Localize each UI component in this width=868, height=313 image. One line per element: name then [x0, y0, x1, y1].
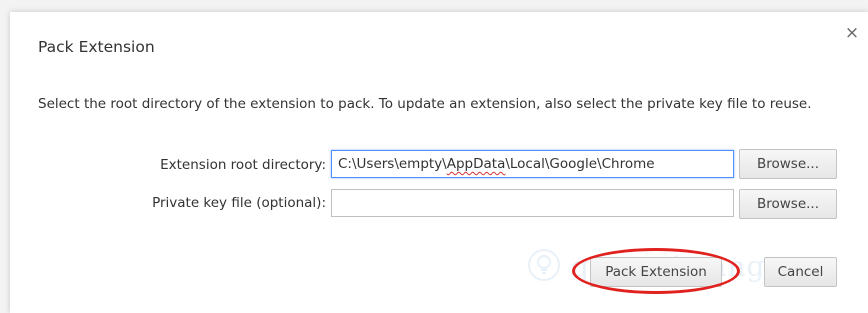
browse-root-button[interactable]: Browse...: [739, 149, 837, 179]
extension-root-label: Extension root directory:: [160, 157, 326, 173]
lightbulb-icon: [528, 249, 560, 281]
private-key-label: Private key file (optional):: [152, 195, 326, 211]
browse-key-button[interactable]: Browse...: [739, 189, 837, 219]
cancel-button[interactable]: Cancel: [764, 257, 837, 287]
pack-extension-dialog: × Pack Extension Select the root directo…: [10, 12, 868, 313]
pack-extension-button[interactable]: Pack Extension: [590, 257, 722, 287]
dialog-title: Pack Extension: [38, 38, 155, 56]
dialog-description: Select the root directory of the extensi…: [38, 96, 812, 112]
private-key-input[interactable]: [331, 189, 734, 217]
extension-root-input[interactable]: C:\Users\empty\AppData\Local\Google\Chro…: [331, 150, 734, 178]
screen-background: × Pack Extension Select the root directo…: [0, 0, 868, 313]
root-path-misspelled: AppData: [446, 156, 506, 172]
close-icon[interactable]: ×: [844, 25, 860, 42]
root-path-suffix: \Local\Google\Chrome: [505, 156, 655, 172]
root-path-prefix: C:\Users\empty\: [338, 156, 447, 172]
